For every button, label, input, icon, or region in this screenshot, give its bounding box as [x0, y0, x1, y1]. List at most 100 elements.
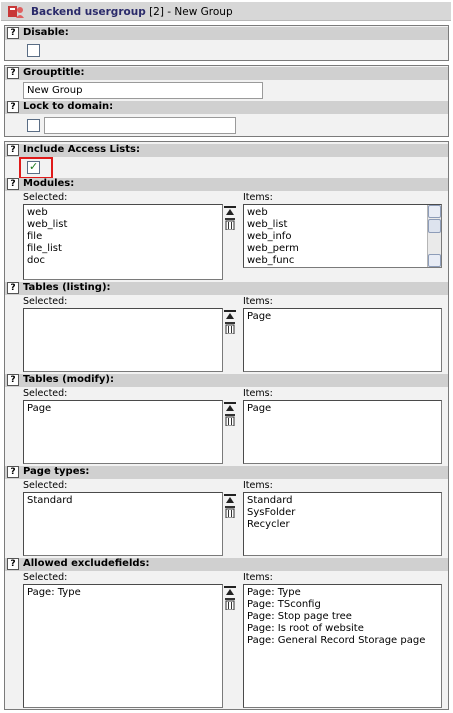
allowed-excludefields-items-list[interactable]: Page: Type Page: TSconfig Page: Stop pag… — [243, 584, 442, 708]
list-item[interactable]: Page: Is root of website — [247, 623, 438, 635]
page-types-label: Page types: — [23, 466, 90, 477]
grouptitle-label: Grouptitle: — [23, 67, 85, 78]
page-types-selected-list[interactable]: Standard — [23, 492, 223, 556]
list-item[interactable]: file_list — [27, 243, 219, 255]
list-item[interactable]: web — [27, 207, 219, 219]
tables-listing-selected-list[interactable] — [23, 308, 223, 372]
modules-items-scrollbar[interactable] — [427, 205, 441, 267]
list-item[interactable]: Page: General Record Storage page — [247, 635, 438, 647]
modules-items-label: Items: — [243, 192, 273, 203]
list-item[interactable]: web_func — [247, 255, 423, 267]
disable-checkbox[interactable] — [27, 44, 40, 57]
include-access-lists-checkbox[interactable]: ✓ — [27, 160, 40, 174]
modules-selected-label: Selected: — [23, 192, 68, 203]
tables-listing-selected-label: Selected: — [23, 296, 68, 307]
trash-icon[interactable] — [224, 597, 236, 610]
tables-modify-items-list[interactable]: Page — [243, 400, 442, 464]
list-item[interactable]: Page: TSconfig — [247, 599, 438, 611]
tables-modify-header: ? Tables (modify): — [5, 374, 448, 387]
tables-listing-label: Tables (listing): — [23, 282, 111, 293]
list-item[interactable]: web_list — [247, 219, 423, 231]
trash-icon[interactable] — [224, 217, 236, 230]
list-item[interactable]: Page: Stop page tree — [247, 611, 438, 623]
list-item[interactable]: web — [247, 207, 423, 219]
tables-listing-header: ? Tables (listing): — [5, 282, 448, 295]
modules-header: ? Modules: — [5, 178, 448, 191]
record-id: [2] — [149, 6, 164, 18]
trash-icon[interactable] — [224, 505, 236, 518]
access-lists-section: ? Include Access Lists: ✓ ? Modules: Sel… — [4, 141, 449, 710]
list-item[interactable]: doc — [27, 255, 219, 267]
modules-items-list[interactable]: web web_list web_info web_perm web_func — [243, 204, 442, 268]
list-item[interactable]: Standard — [247, 495, 438, 507]
allowed-excludefields-items-label: Items: — [243, 572, 273, 583]
list-item[interactable]: Page: Type — [27, 587, 219, 599]
scroll-down-icon[interactable] — [428, 254, 441, 267]
include-access-lists-label: Include Access Lists: — [23, 144, 140, 155]
scroll-up-icon[interactable] — [428, 205, 441, 218]
page-types-controls — [224, 494, 236, 518]
help-icon[interactable]: ? — [7, 466, 19, 478]
help-icon[interactable]: ? — [7, 101, 19, 113]
include-access-lists-header: ? Include Access Lists: — [5, 144, 448, 157]
check-icon: ✓ — [29, 160, 39, 173]
move-up-icon[interactable] — [224, 206, 236, 215]
list-item[interactable]: file — [27, 231, 219, 243]
disable-section: ? Disable: — [4, 25, 449, 61]
record-table-label: Backend usergroup — [31, 6, 146, 18]
help-icon[interactable]: ? — [7, 144, 19, 156]
modules-label: Modules: — [23, 178, 75, 189]
tables-modify-controls — [224, 402, 236, 426]
tables-listing-items-label: Items: — [243, 296, 273, 307]
tables-modify-selected-list[interactable]: Page — [23, 400, 223, 464]
grouptitle-header: ? Grouptitle: — [5, 67, 448, 80]
disable-label: Disable: — [23, 27, 69, 38]
grouptitle-section: ? Grouptitle: New Group ? Lock to domain… — [4, 65, 449, 137]
help-icon[interactable]: ? — [7, 27, 19, 39]
modules-selected-list[interactable]: web web_list file file_list doc — [23, 204, 223, 280]
page-types-header: ? Page types: — [5, 466, 448, 479]
help-icon[interactable]: ? — [7, 67, 19, 79]
move-up-icon[interactable] — [224, 310, 236, 319]
list-item[interactable]: web_info — [247, 231, 423, 243]
allowed-excludefields-selected-list[interactable]: Page: Type — [23, 584, 223, 708]
list-item[interactable]: web_list — [27, 219, 219, 231]
lock-to-domain-checkbox[interactable] — [27, 119, 40, 132]
list-item[interactable]: Standard — [27, 495, 219, 507]
move-up-icon[interactable] — [224, 402, 236, 411]
record-title-bar: Backend usergroup [2] - New Group — [1, 2, 451, 21]
tables-modify-selected-label: Selected: — [23, 388, 68, 399]
lock-to-domain-header: ? Lock to domain: — [5, 101, 448, 114]
allowed-excludefields-controls — [224, 586, 236, 610]
allowed-excludefields-label: Allowed excludefields: — [23, 558, 150, 569]
lock-to-domain-input[interactable] — [44, 117, 236, 134]
page-types-items-list[interactable]: Standard SysFolder Recycler — [243, 492, 442, 556]
list-item[interactable]: Page — [247, 311, 438, 323]
tables-modify-label: Tables (modify): — [23, 374, 114, 385]
help-icon[interactable]: ? — [7, 374, 19, 386]
scroll-thumb[interactable] — [428, 219, 441, 233]
grouptitle-input[interactable]: New Group — [23, 82, 263, 99]
list-item[interactable]: Page: Type — [247, 587, 438, 599]
lock-to-domain-label: Lock to domain: — [23, 101, 114, 112]
tables-modify-items-label: Items: — [243, 388, 273, 399]
list-item[interactable]: Page — [247, 403, 438, 415]
trash-icon[interactable] — [224, 321, 236, 334]
list-item[interactable]: SysFolder — [247, 507, 438, 519]
allowed-excludefields-header: ? Allowed excludefields: — [5, 558, 448, 571]
record-title: - New Group — [167, 6, 233, 18]
help-icon[interactable]: ? — [7, 558, 19, 570]
help-icon[interactable]: ? — [7, 178, 19, 190]
help-icon[interactable]: ? — [7, 282, 19, 294]
allowed-excludefields-selected-label: Selected: — [23, 572, 68, 583]
modules-list-controls — [224, 206, 236, 230]
page-types-items-label: Items: — [243, 480, 273, 491]
list-item[interactable]: Recycler — [247, 519, 438, 531]
tables-listing-items-list[interactable]: Page — [243, 308, 442, 372]
page-types-selected-label: Selected: — [23, 480, 68, 491]
list-item[interactable]: Page — [27, 403, 219, 415]
trash-icon[interactable] — [224, 413, 236, 426]
move-up-icon[interactable] — [224, 494, 236, 503]
move-up-icon[interactable] — [224, 586, 236, 595]
list-item[interactable]: web_perm — [247, 243, 423, 255]
